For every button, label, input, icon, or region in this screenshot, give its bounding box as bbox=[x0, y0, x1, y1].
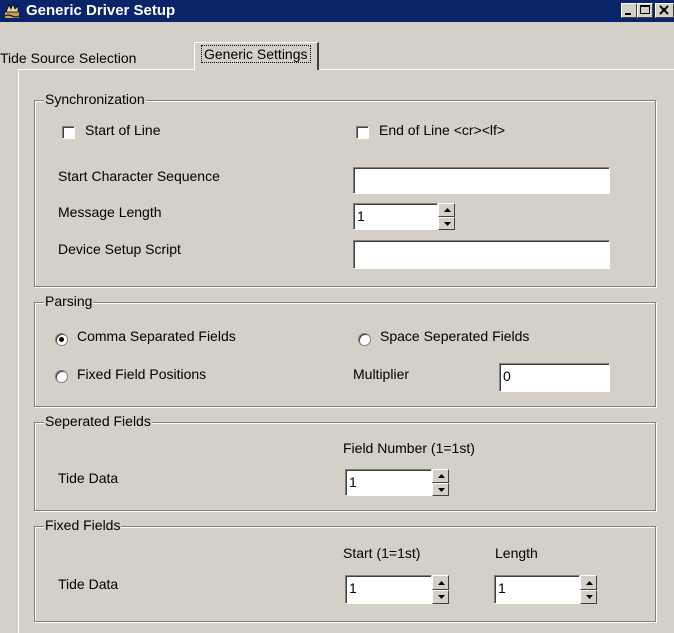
arrow-down-icon bbox=[586, 595, 593, 599]
close-button[interactable] bbox=[655, 3, 674, 18]
start-character-sequence-input[interactable] bbox=[353, 167, 610, 194]
start-position-spinner[interactable] bbox=[432, 575, 449, 604]
arrow-down-icon bbox=[444, 222, 451, 226]
arrow-down-icon bbox=[438, 595, 445, 599]
device-setup-script-input[interactable] bbox=[353, 240, 610, 269]
field-label: Device Setup Script bbox=[58, 241, 181, 257]
field-number-input[interactable]: 1 bbox=[345, 469, 432, 496]
fixed-field-positions-radio[interactable] bbox=[55, 370, 68, 383]
spin-down-button[interactable] bbox=[580, 590, 597, 604]
field-number-spinner[interactable] bbox=[432, 469, 449, 496]
column-header: Field Number (1=1st) bbox=[343, 440, 475, 456]
window-title: Generic Driver Setup bbox=[26, 2, 176, 19]
field-label: Start Character Sequence bbox=[58, 168, 220, 184]
end-of-line-checkbox[interactable] bbox=[356, 126, 369, 139]
maximize-icon bbox=[640, 5, 650, 14]
checkbox-label: Start of Line bbox=[85, 122, 161, 138]
arrow-up-icon bbox=[586, 581, 593, 585]
column-header: Start (1=1st) bbox=[343, 545, 421, 561]
field-label: Message Length bbox=[58, 204, 162, 220]
message-length-input[interactable]: 1 bbox=[353, 203, 438, 230]
multiplier-input[interactable]: 0 bbox=[499, 363, 610, 392]
tab-label: Tide Source Selection bbox=[0, 50, 137, 66]
app-icon bbox=[4, 3, 20, 19]
spin-up-button[interactable] bbox=[432, 469, 449, 483]
row-label: Tide Data bbox=[58, 576, 119, 592]
spin-down-button[interactable] bbox=[432, 590, 449, 604]
space-separated-radio[interactable] bbox=[358, 333, 371, 346]
message-length-spinner[interactable] bbox=[438, 203, 455, 230]
comma-separated-radio[interactable] bbox=[55, 333, 68, 346]
group-label: Synchronization bbox=[44, 91, 146, 107]
field-label: Multiplier bbox=[353, 366, 410, 382]
spin-up-button[interactable] bbox=[432, 575, 449, 590]
close-icon bbox=[659, 5, 669, 15]
spin-down-button[interactable] bbox=[432, 483, 449, 496]
radio-label: Comma Separated Fields bbox=[77, 328, 236, 344]
spin-down-button[interactable] bbox=[438, 217, 455, 230]
arrow-down-icon bbox=[438, 488, 445, 492]
tab-generic-settings[interactable]: Generic Settings bbox=[194, 42, 319, 70]
group-label: Fixed Fields bbox=[44, 517, 122, 533]
arrow-up-icon bbox=[438, 474, 445, 478]
arrow-up-icon bbox=[438, 581, 445, 585]
spin-up-button[interactable] bbox=[438, 203, 455, 217]
group-label: Parsing bbox=[44, 293, 94, 309]
radio-label: Fixed Field Positions bbox=[77, 366, 207, 382]
length-input[interactable]: 1 bbox=[494, 575, 580, 604]
arrow-up-icon bbox=[444, 208, 451, 212]
separated-fields-group bbox=[34, 422, 656, 511]
spin-up-button[interactable] bbox=[580, 575, 597, 590]
length-spinner[interactable] bbox=[580, 575, 597, 604]
checkbox-label: End of Line <cr><lf> bbox=[379, 122, 506, 138]
group-label: Seperated Fields bbox=[44, 413, 152, 429]
fixed-fields-group bbox=[34, 526, 656, 622]
start-position-input[interactable]: 1 bbox=[345, 575, 432, 604]
title-bar[interactable]: Generic Driver Setup bbox=[0, 0, 674, 22]
column-header: Length bbox=[495, 545, 538, 561]
maximize-button[interactable] bbox=[637, 3, 653, 18]
tab-label: Generic Settings bbox=[201, 45, 311, 63]
start-of-line-checkbox[interactable] bbox=[62, 126, 75, 139]
radio-label: Space Seperated Fields bbox=[380, 328, 530, 344]
minimize-icon bbox=[625, 13, 631, 15]
minimize-button[interactable] bbox=[621, 3, 637, 18]
row-label: Tide Data bbox=[58, 470, 119, 486]
radio-dot bbox=[59, 337, 64, 342]
